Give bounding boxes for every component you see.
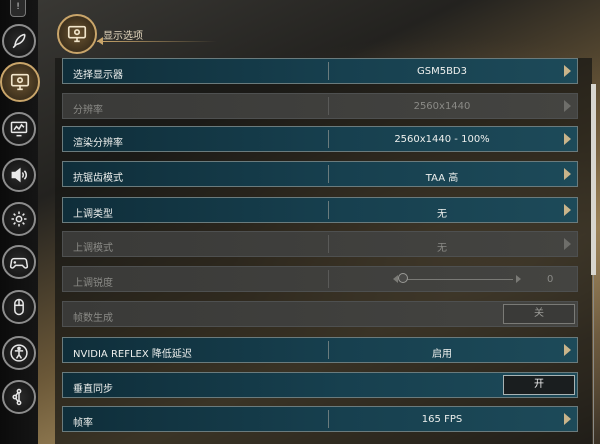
setting-row-upscale-sharpness: 上调锐度 0 [62,266,578,292]
setting-row-select-display[interactable]: 选择显示器 GSM5BD3 [62,58,578,84]
nav-settings[interactable] [2,202,36,236]
slider-increase-icon [516,275,521,283]
setting-row-frame-rate[interactable]: 帧率 165 FPS [62,406,578,432]
accessibility-icon [9,343,29,363]
nav-gameplay[interactable] [2,24,36,58]
scroll-thumb[interactable] [591,84,596,275]
setting-value: TAA 高 [425,173,459,184]
scrollbar[interactable] [591,84,596,444]
chart-monitor-icon [9,119,29,139]
setting-row-anti-aliasing[interactable]: 抗锯齿模式 TAA 高 [62,161,578,187]
chevron-right-icon[interactable] [564,344,571,356]
nav-network[interactable] [2,380,36,414]
nav-mouse[interactable] [2,290,36,324]
slider-thumb [398,273,408,283]
setting-label: 帧数生成 [73,313,113,324]
network-icon [9,387,29,407]
setting-value: 2560x1440 - 100% [394,134,490,145]
setting-label: 上调类型 [73,209,113,220]
setting-row-resolution: 分辨率 2560x1440 [62,93,578,119]
exclamation-icon[interactable]: ! [10,0,26,17]
toggle-button: 关 [503,304,575,324]
setting-value: 165 FPS [421,414,463,425]
setting-label: 渲染分辨率 [73,138,123,149]
setting-label: 抗锯齿模式 [73,173,123,184]
sidebar: ! [0,0,40,444]
setting-row-frame-generation: 帧数生成 关 [62,301,578,327]
nav-graphics[interactable] [2,112,36,146]
setting-value: 无 [437,209,447,220]
setting-label: 上调锐度 [73,278,113,289]
monitor-icon [57,14,97,54]
speaker-icon [9,165,29,185]
setting-row-upscale-type[interactable]: 上调类型 无 [62,197,578,223]
toggle-button[interactable]: 开 [503,375,575,395]
setting-value: 无 [437,243,447,254]
setting-label: 选择显示器 [73,70,123,81]
setting-row-upscale-mode: 上调模式 无 [62,231,578,257]
gamepad-icon [9,252,29,272]
page-title: 显示选项 [103,31,143,42]
setting-label: 上调模式 [73,243,113,254]
nav-controller[interactable] [2,245,36,279]
chevron-right-icon[interactable] [564,133,571,145]
row-divider [328,270,329,288]
gear-icon [9,209,29,229]
feather-icon [9,31,29,51]
setting-value: GSM5BD3 [416,66,467,77]
chevron-right-icon [564,238,571,250]
setting-row-nvidia-reflex[interactable]: NVIDIA REFLEX 降低延迟 启用 [62,337,578,363]
nav-audio[interactable] [2,158,36,192]
setting-value: 启用 [432,349,452,360]
nav-display[interactable] [0,62,40,102]
slider-track [403,279,513,280]
chevron-right-icon[interactable] [564,413,571,425]
setting-row-vsync[interactable]: 垂直同步 开 [62,372,578,398]
slider-value: 0 [547,274,554,285]
chevron-right-icon[interactable] [564,204,571,216]
setting-label: 垂直同步 [73,384,113,395]
setting-label: 分辨率 [73,105,103,116]
chevron-right-icon[interactable] [564,65,571,77]
chevron-right-icon [564,100,571,112]
mouse-icon [9,297,29,317]
monitor-icon [9,71,31,93]
setting-row-render-resolution[interactable]: 渲染分辨率 2560x1440 - 100% [62,126,578,152]
chevron-right-icon[interactable] [564,168,571,180]
setting-label: NVIDIA REFLEX 降低延迟 [73,349,192,360]
setting-value: 2560x1440 [413,101,471,112]
setting-label: 帧率 [73,418,93,429]
nav-accessibility[interactable] [2,336,36,370]
